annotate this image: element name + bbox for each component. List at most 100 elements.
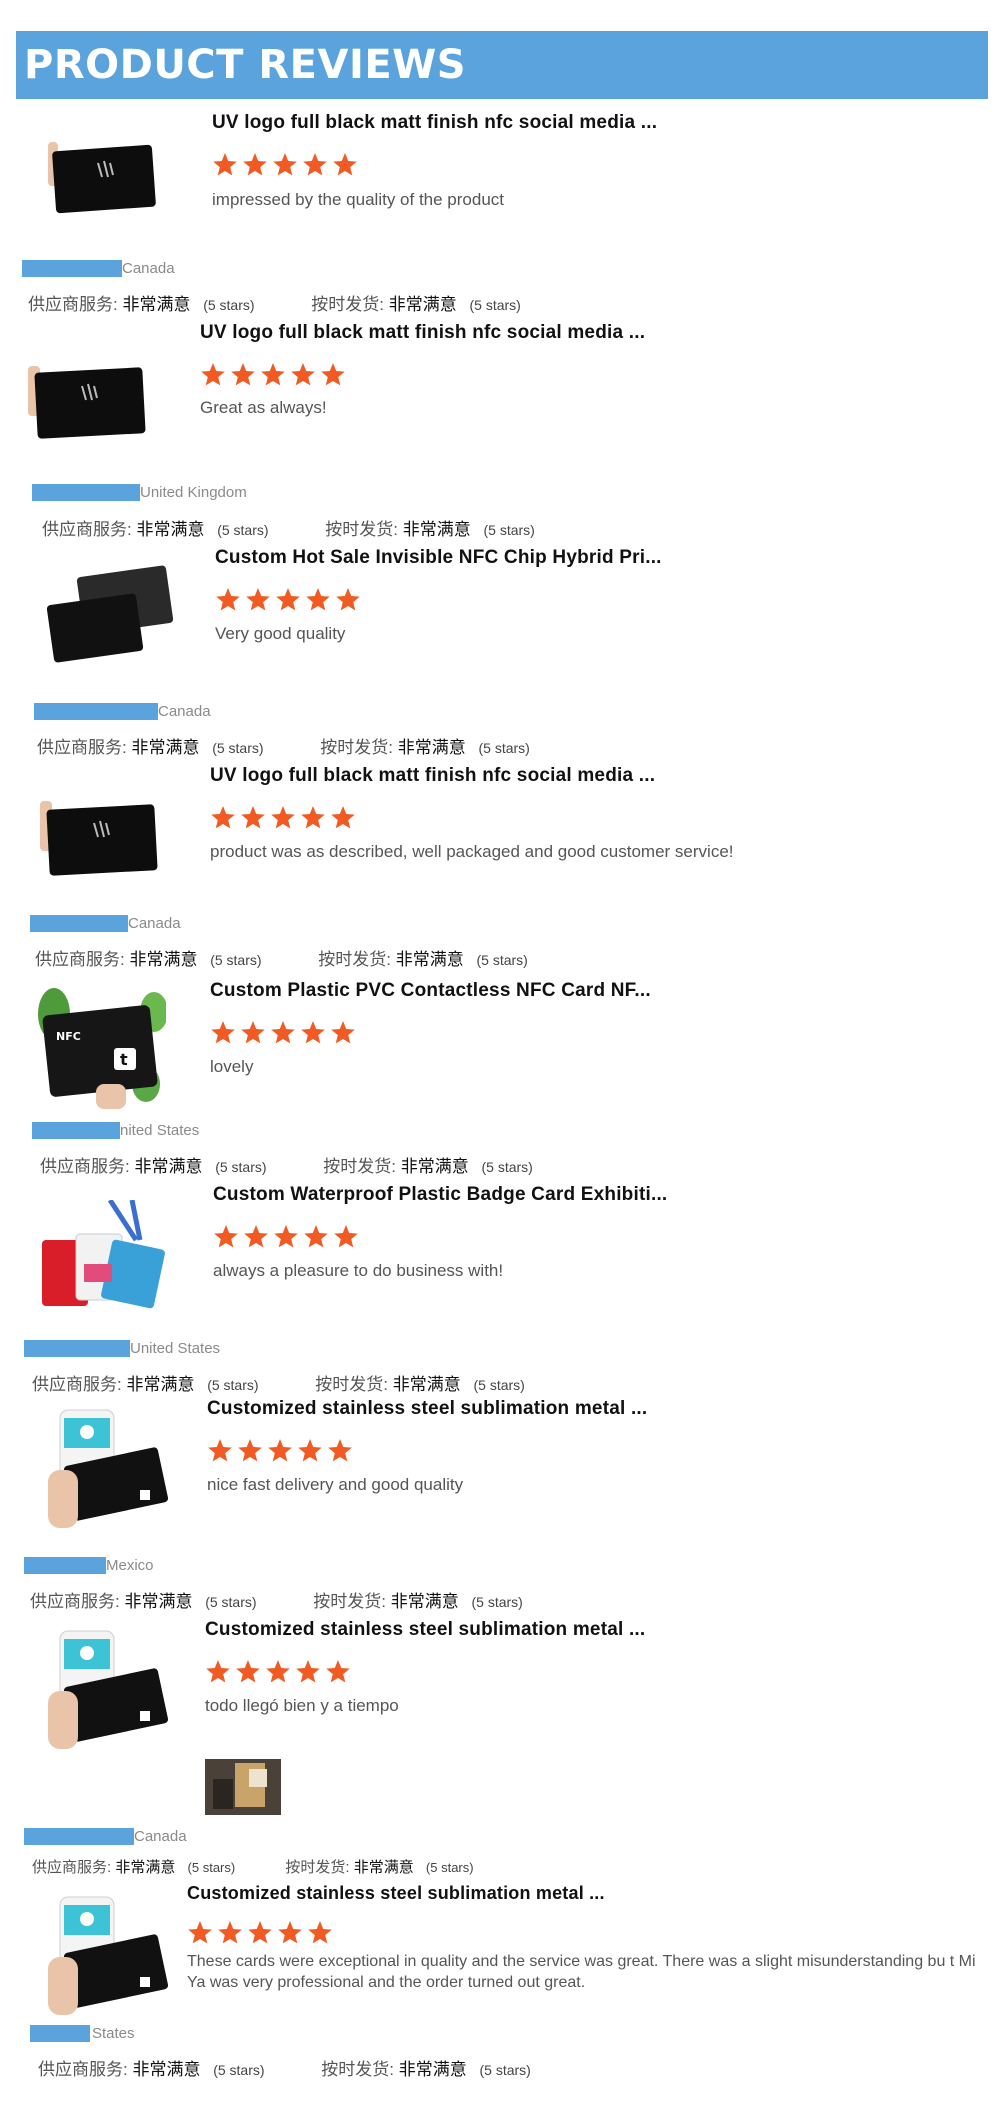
supplier-service-count: (5 stars) [207,1377,259,1393]
page-title: PRODUCT REVIEWS [24,42,467,88]
supplier-service-count: (5 stars) [217,522,269,538]
sub-ratings: 供应商服务: 非常满意 (5 stars) 按时发货: 非常满意 (5 star… [42,515,535,540]
on-time-shipment-count: (5 stars) [469,297,521,313]
product-title[interactable]: Custom Waterproof Plastic Badge Card Exh… [213,1184,667,1206]
supplier-service-count: (5 stars) [213,2062,265,2078]
sub-ratings: 供应商服务: 非常满意 (5 stars) 按时发货: 非常满意 (5 star… [37,733,530,758]
star-icon [328,1439,352,1462]
product-title[interactable]: UV logo full black matt finish nfc socia… [200,322,645,344]
svg-text:NFC: NFC [56,1030,81,1043]
product-title[interactable]: Custom Hot Sale Invisible NFC Chip Hybri… [215,547,662,569]
supplier-service-count: (5 stars) [205,1594,257,1610]
phone-card-icon[interactable] [40,1893,170,2018]
product-title[interactable]: Customized stainless steel sublimation m… [187,1883,605,1904]
on-time-shipment-value: 非常满意 [353,1859,414,1876]
supplier-service-label: 供应商服务: [42,520,132,539]
header-banner: PRODUCT REVIEWS [16,31,988,99]
star-icon [321,363,345,386]
star-icon [331,1021,355,1044]
review-comment: always a pleasure to do business with! [213,1261,504,1280]
on-time-shipment-count: (5 stars) [479,2062,531,2078]
on-time-shipment-label: 按时发货: [285,1859,350,1876]
star-icon [213,153,237,176]
reviewer-name-redacted [24,1557,106,1574]
product-title[interactable]: UV logo full black matt finish nfc socia… [210,765,655,787]
sub-ratings: 供应商服务: 非常满意 (5 stars) 按时发货: 非常满意 (5 star… [35,945,528,970]
star-icon [208,1439,232,1462]
star-icon [201,363,225,386]
reviewer-info: Canada [30,915,430,932]
reviewer-name-redacted [24,1340,130,1357]
product-title[interactable]: UV logo full black matt finish nfc socia… [212,112,657,134]
black-card-icon[interactable] [24,340,154,465]
badge-cards-icon[interactable] [40,1200,170,1325]
review-comment: nice fast delivery and good quality [207,1475,464,1494]
black-card-icon[interactable] [34,108,164,233]
reviewer-name-redacted [32,1122,120,1139]
star-icon [218,1921,242,1944]
on-time-shipment-label: 按时发货: [311,295,385,314]
supplier-service-value: 非常满意 [136,520,205,539]
on-time-shipment-value: 非常满意 [397,738,466,757]
reviewer-info: United Kingdom [32,484,432,501]
phone-card-icon[interactable] [40,1627,170,1752]
on-time-shipment-value: 非常满意 [395,950,464,969]
star-icon [244,1225,268,1248]
supplier-service-label: 供应商服务: [32,1375,122,1394]
star-icon [231,363,255,386]
review-comment: Very good quality [215,624,346,643]
star-icon [206,1660,230,1683]
star-icon [301,806,325,829]
star-icon [243,153,267,176]
black-card-icon[interactable] [34,785,164,910]
star-icon [241,1021,265,1044]
reviewer-country: nited States [120,1122,200,1139]
on-time-shipment-count: (5 stars) [483,522,535,538]
supplier-service-value: 非常满意 [129,950,198,969]
on-time-shipment-count: (5 stars) [476,952,528,968]
on-time-shipment-count: (5 stars) [481,1159,533,1175]
two-black-cards-icon[interactable] [46,555,176,680]
product-title[interactable]: Custom Plastic PVC Contactless NFC Card … [210,980,651,1002]
reviewer-name-redacted [22,260,122,277]
supplier-service-count: (5 stars) [203,297,255,313]
review-photo[interactable] [205,1759,281,1815]
review-comment: impressed by the quality of the product [212,190,504,209]
supplier-service-label: 供应商服务: [32,1859,112,1876]
phone-card-icon[interactable] [40,1406,170,1531]
product-title[interactable]: Customized stainless steel sublimation m… [205,1619,645,1641]
star-rating [215,587,361,612]
supplier-service-count: (5 stars) [187,1860,236,1875]
star-icon [261,363,285,386]
star-rating [210,805,356,830]
star-icon [296,1660,320,1683]
star-icon [333,153,357,176]
reviewer-info: Canada [22,260,422,277]
nfc-card-plant-icon[interactable]: NFC t [36,984,166,1109]
reviewer-country: Canada [122,260,175,277]
star-icon [246,588,270,611]
reviewer-name-redacted [32,484,140,501]
on-time-shipment-value: 非常满意 [398,2060,467,2079]
reviewer-country: United States [130,1340,221,1357]
sub-ratings: 供应商服务: 非常满意 (5 stars) 按时发货: 非常满意 (5 star… [30,1587,523,1612]
on-time-shipment-count: (5 stars) [478,740,530,756]
supplier-service-value: 非常满意 [132,2060,201,2079]
svg-text:t: t [120,1050,128,1069]
product-title[interactable]: Customized stainless steel sublimation m… [207,1398,647,1420]
star-icon [266,1660,290,1683]
on-time-shipment-count: (5 stars) [471,1594,523,1610]
reviewer-info: Canada [34,703,434,720]
sub-ratings: 供应商服务: 非常满意 (5 stars) 按时发货: 非常满意 (5 star… [32,1370,525,1395]
supplier-service-label: 供应商服务: [40,1157,130,1176]
star-icon [304,1225,328,1248]
on-time-shipment-label: 按时发货: [320,738,394,757]
reviewer-info: Mexico [24,1557,424,1574]
reviewer-name-redacted [24,1828,134,1845]
supplier-service-value: 非常满意 [131,738,200,757]
star-rating [205,1659,351,1684]
supplier-service-value: 非常满意 [126,1375,195,1394]
supplier-service-label: 供应商服务: [38,2060,128,2079]
star-icon [291,363,315,386]
star-rating [200,362,346,387]
